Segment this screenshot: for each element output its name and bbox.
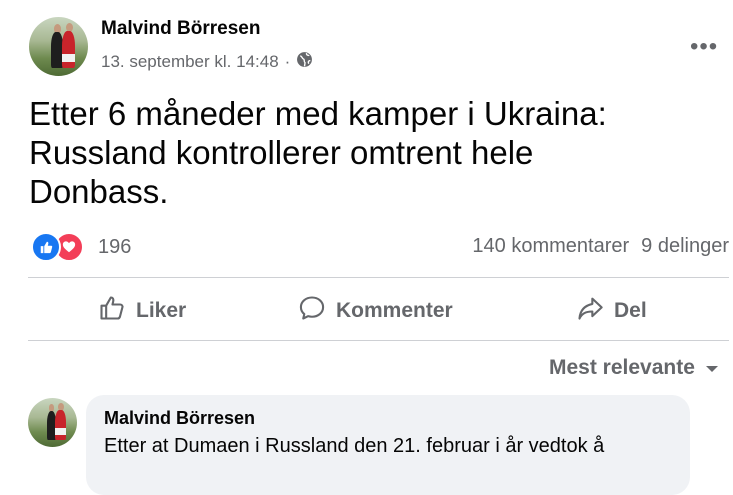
- commenter-avatar[interactable]: [28, 398, 77, 447]
- divider: [28, 340, 729, 341]
- share-arrow-icon: [576, 294, 604, 328]
- share-button[interactable]: Del: [576, 294, 647, 328]
- post-timestamp[interactable]: 13. september kl. 14:48: [101, 52, 279, 72]
- comment-button[interactable]: Kommenter: [298, 294, 453, 328]
- more-options-button[interactable]: •••: [690, 33, 718, 61]
- meta-separator: ·: [284, 52, 291, 71]
- divider: [28, 277, 729, 278]
- post-text: Etter 6 måneder med kamper i Ukraina: Ru…: [29, 94, 709, 211]
- comment-author-name[interactable]: Malvind Börresen: [104, 408, 255, 429]
- globe-icon: [296, 51, 313, 73]
- share-button-label: Del: [614, 299, 647, 322]
- comment-sort-dropdown[interactable]: Mest relevante: [549, 356, 719, 380]
- like-icon: [31, 232, 61, 262]
- post-text-line: Russland kontrollerer omtrent hele: [29, 134, 534, 171]
- shares-count-link[interactable]: 9 delinger: [641, 235, 729, 258]
- speech-bubble-icon: [298, 294, 326, 328]
- reaction-count: 196: [98, 235, 132, 258]
- comment-button-label: Kommenter: [336, 299, 453, 322]
- caret-down-icon: [705, 356, 719, 380]
- comment-text: Etter at Dumaen i Russland den 21. febru…: [104, 435, 605, 457]
- reactions-summary[interactable]: 196: [31, 232, 131, 262]
- post-stats: 140 kommentarer 9 delinger: [472, 235, 729, 258]
- sort-label: Mest relevante: [549, 356, 695, 379]
- post-meta: 13. september kl. 14:48 ·: [101, 51, 313, 73]
- thumbs-up-icon: [98, 294, 126, 328]
- post-author-avatar[interactable]: [29, 17, 88, 76]
- like-button-label: Liker: [136, 299, 187, 322]
- post-text-line: Donbass.: [29, 173, 169, 210]
- post-text-line: Etter 6 måneder med kamper i Ukraina:: [29, 95, 607, 132]
- like-button[interactable]: Liker: [98, 294, 186, 328]
- comments-count-link[interactable]: 140 kommentarer: [472, 235, 629, 258]
- post-author-name[interactable]: Malvind Börresen: [101, 18, 260, 40]
